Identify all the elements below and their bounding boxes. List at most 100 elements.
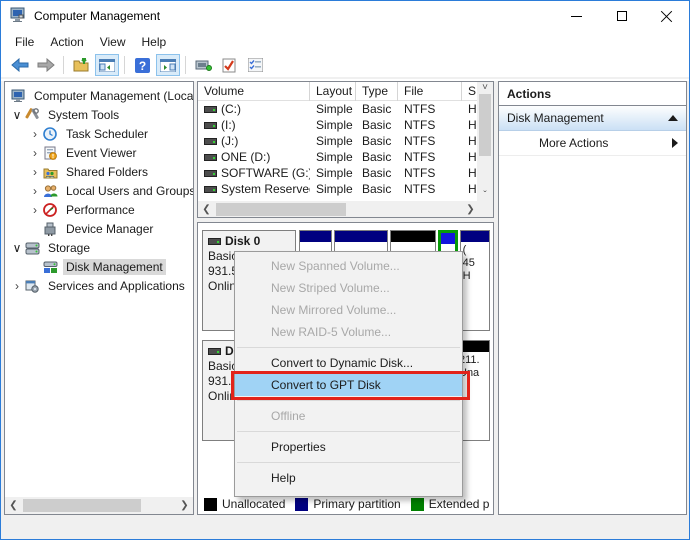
column-header-file-system[interactable]: File System	[398, 82, 462, 101]
help-button[interactable]: ?	[130, 54, 154, 76]
toolbar-separator	[185, 56, 186, 74]
actions-panel: Actions Disk Management More Actions	[498, 81, 687, 515]
tree-item-computer-management[interactable]: Computer Management (Local	[5, 86, 193, 105]
close-icon	[661, 10, 673, 22]
menu-item-offline: Offline	[235, 405, 462, 427]
extended-partition-swatch	[411, 498, 424, 511]
checkmark-document-icon	[222, 58, 236, 73]
column-header-status[interactable]: S	[462, 82, 476, 101]
more-actions-item[interactable]: More Actions	[499, 131, 686, 156]
shared-folders-icon	[43, 165, 59, 179]
expand-chevron-icon[interactable]: ›	[27, 146, 43, 160]
menu-view[interactable]: View	[92, 33, 134, 51]
submenu-triangle-icon	[672, 138, 678, 148]
scroll-left-icon[interactable]: ❮	[198, 204, 215, 215]
legend-label: Extended partiti	[429, 497, 490, 511]
expand-chevron-icon[interactable]: ›	[9, 279, 25, 293]
volume-row[interactable]: ONE (D:) Simple Basic NTFS H	[198, 149, 493, 165]
tree-item-performance[interactable]: › Performance	[5, 200, 193, 219]
scrollbar-thumb[interactable]	[479, 94, 491, 156]
forward-button[interactable]	[34, 54, 58, 76]
volume-row[interactable]: SOFTWARE (G:) Simple Basic NTFS H	[198, 165, 493, 181]
collapse-chevron-icon[interactable]: ∨	[9, 108, 25, 122]
menu-item-help[interactable]: Help	[235, 467, 462, 489]
volume-row[interactable]: (C:) Simple Basic NTFS H	[198, 101, 493, 117]
expand-chevron-icon[interactable]: ›	[27, 203, 43, 217]
volume-icon	[204, 138, 217, 145]
menu-file[interactable]: File	[7, 33, 42, 51]
validate-button[interactable]	[217, 54, 241, 76]
volume-icon	[204, 186, 217, 193]
properties-button[interactable]	[243, 54, 267, 76]
tree-item-system-tools[interactable]: ∨ System Tools	[5, 105, 193, 124]
column-header-type[interactable]: Type	[356, 82, 398, 101]
legend-label: Unallocated	[222, 497, 285, 511]
collapse-chevron-icon[interactable]: ∨	[9, 241, 25, 255]
expand-chevron-icon[interactable]: ›	[27, 184, 43, 198]
tree-item-task-scheduler[interactable]: › Task Scheduler	[5, 124, 193, 143]
title-bar: Computer Management	[1, 1, 689, 31]
tree-item-services-and-applications[interactable]: › Services and Applications	[5, 276, 193, 295]
volume-list-vertical-scrollbar[interactable]: ˅ ˇ	[477, 82, 493, 201]
console-window-icon	[195, 59, 212, 72]
expand-chevron-icon[interactable]: ›	[27, 127, 43, 141]
tree-item-label: Task Scheduler	[63, 126, 151, 142]
show-action-pane-button[interactable]	[156, 54, 180, 76]
volume-icon	[204, 154, 217, 161]
back-arrow-icon	[11, 58, 29, 72]
actions-group-disk-management[interactable]: Disk Management	[499, 106, 686, 131]
minimize-button[interactable]	[554, 1, 599, 31]
menu-item-new-spanned-volume: New Spanned Volume...	[235, 255, 462, 277]
volume-row[interactable]: (J:) Simple Basic NTFS H	[198, 133, 493, 149]
expand-chevron-icon[interactable]: ›	[27, 165, 43, 179]
tree-item-label: Local Users and Groups	[63, 183, 194, 199]
tree-item-disk-management[interactable]: Disk Management	[5, 257, 193, 276]
partition[interactable]: ( 45 H	[460, 230, 490, 331]
scroll-left-icon[interactable]: ❮	[5, 500, 22, 511]
menu-separator	[235, 427, 462, 436]
menu-separator	[235, 343, 462, 352]
scroll-right-icon[interactable]: ❯	[176, 500, 193, 511]
show-action-pane-icon	[160, 59, 176, 72]
console-window-button[interactable]	[191, 54, 215, 76]
menu-action[interactable]: Action	[42, 33, 91, 51]
volume-list-horizontal-scrollbar[interactable]: ❮ ❯	[198, 201, 493, 217]
disk-context-menu: New Spanned Volume... New Striped Volume…	[234, 251, 463, 497]
back-button[interactable]	[8, 54, 32, 76]
console-tree: Computer Management (Local ∨ System Tool…	[5, 86, 193, 295]
scrollbar-thumb[interactable]	[23, 499, 141, 512]
collapse-triangle-icon[interactable]	[668, 115, 678, 121]
show-console-tree-button[interactable]	[95, 54, 119, 76]
menu-help[interactable]: Help	[134, 33, 175, 51]
volume-row[interactable]: System Reserved Simple Basic NTFS H	[198, 181, 493, 197]
maximize-icon	[617, 11, 627, 21]
system-tools-icon	[25, 108, 41, 122]
column-header-layout[interactable]: Layout	[310, 82, 356, 101]
local-users-icon	[43, 184, 59, 198]
menu-item-properties[interactable]: Properties	[235, 436, 462, 458]
close-button[interactable]	[644, 1, 689, 31]
volume-icon	[204, 106, 217, 113]
event-viewer-icon	[43, 146, 59, 160]
tree-item-label: Event Viewer	[63, 145, 139, 161]
scroll-down-icon[interactable]: ˇ	[477, 190, 494, 201]
scroll-right-icon[interactable]: ❯	[462, 204, 479, 215]
tree-item-device-manager[interactable]: Device Manager	[5, 219, 193, 238]
menu-bar: File Action View Help	[1, 31, 689, 53]
tree-item-event-viewer[interactable]: › Event Viewer	[5, 143, 193, 162]
maximize-button[interactable]	[599, 1, 644, 31]
show-console-tree-icon	[99, 59, 115, 72]
column-header-volume[interactable]: Volume	[198, 82, 310, 101]
forward-arrow-icon	[37, 58, 55, 72]
volume-row[interactable]: (I:) Simple Basic NTFS H	[198, 117, 493, 133]
scroll-up-icon[interactable]: ˅	[477, 82, 494, 93]
export-list-button[interactable]	[69, 54, 93, 76]
menu-item-convert-to-gpt-disk[interactable]: Convert to GPT Disk	[235, 374, 462, 396]
tree-horizontal-scrollbar[interactable]: ❮ ❯	[5, 497, 193, 514]
menu-item-convert-to-dynamic-disk[interactable]: Convert to Dynamic Disk...	[235, 352, 462, 374]
status-strip	[1, 517, 689, 539]
scrollbar-thumb[interactable]	[216, 203, 346, 216]
tree-item-local-users-and-groups[interactable]: › Local Users and Groups	[5, 181, 193, 200]
tree-item-shared-folders[interactable]: › Shared Folders	[5, 162, 193, 181]
tree-item-storage[interactable]: ∨ Storage	[5, 238, 193, 257]
